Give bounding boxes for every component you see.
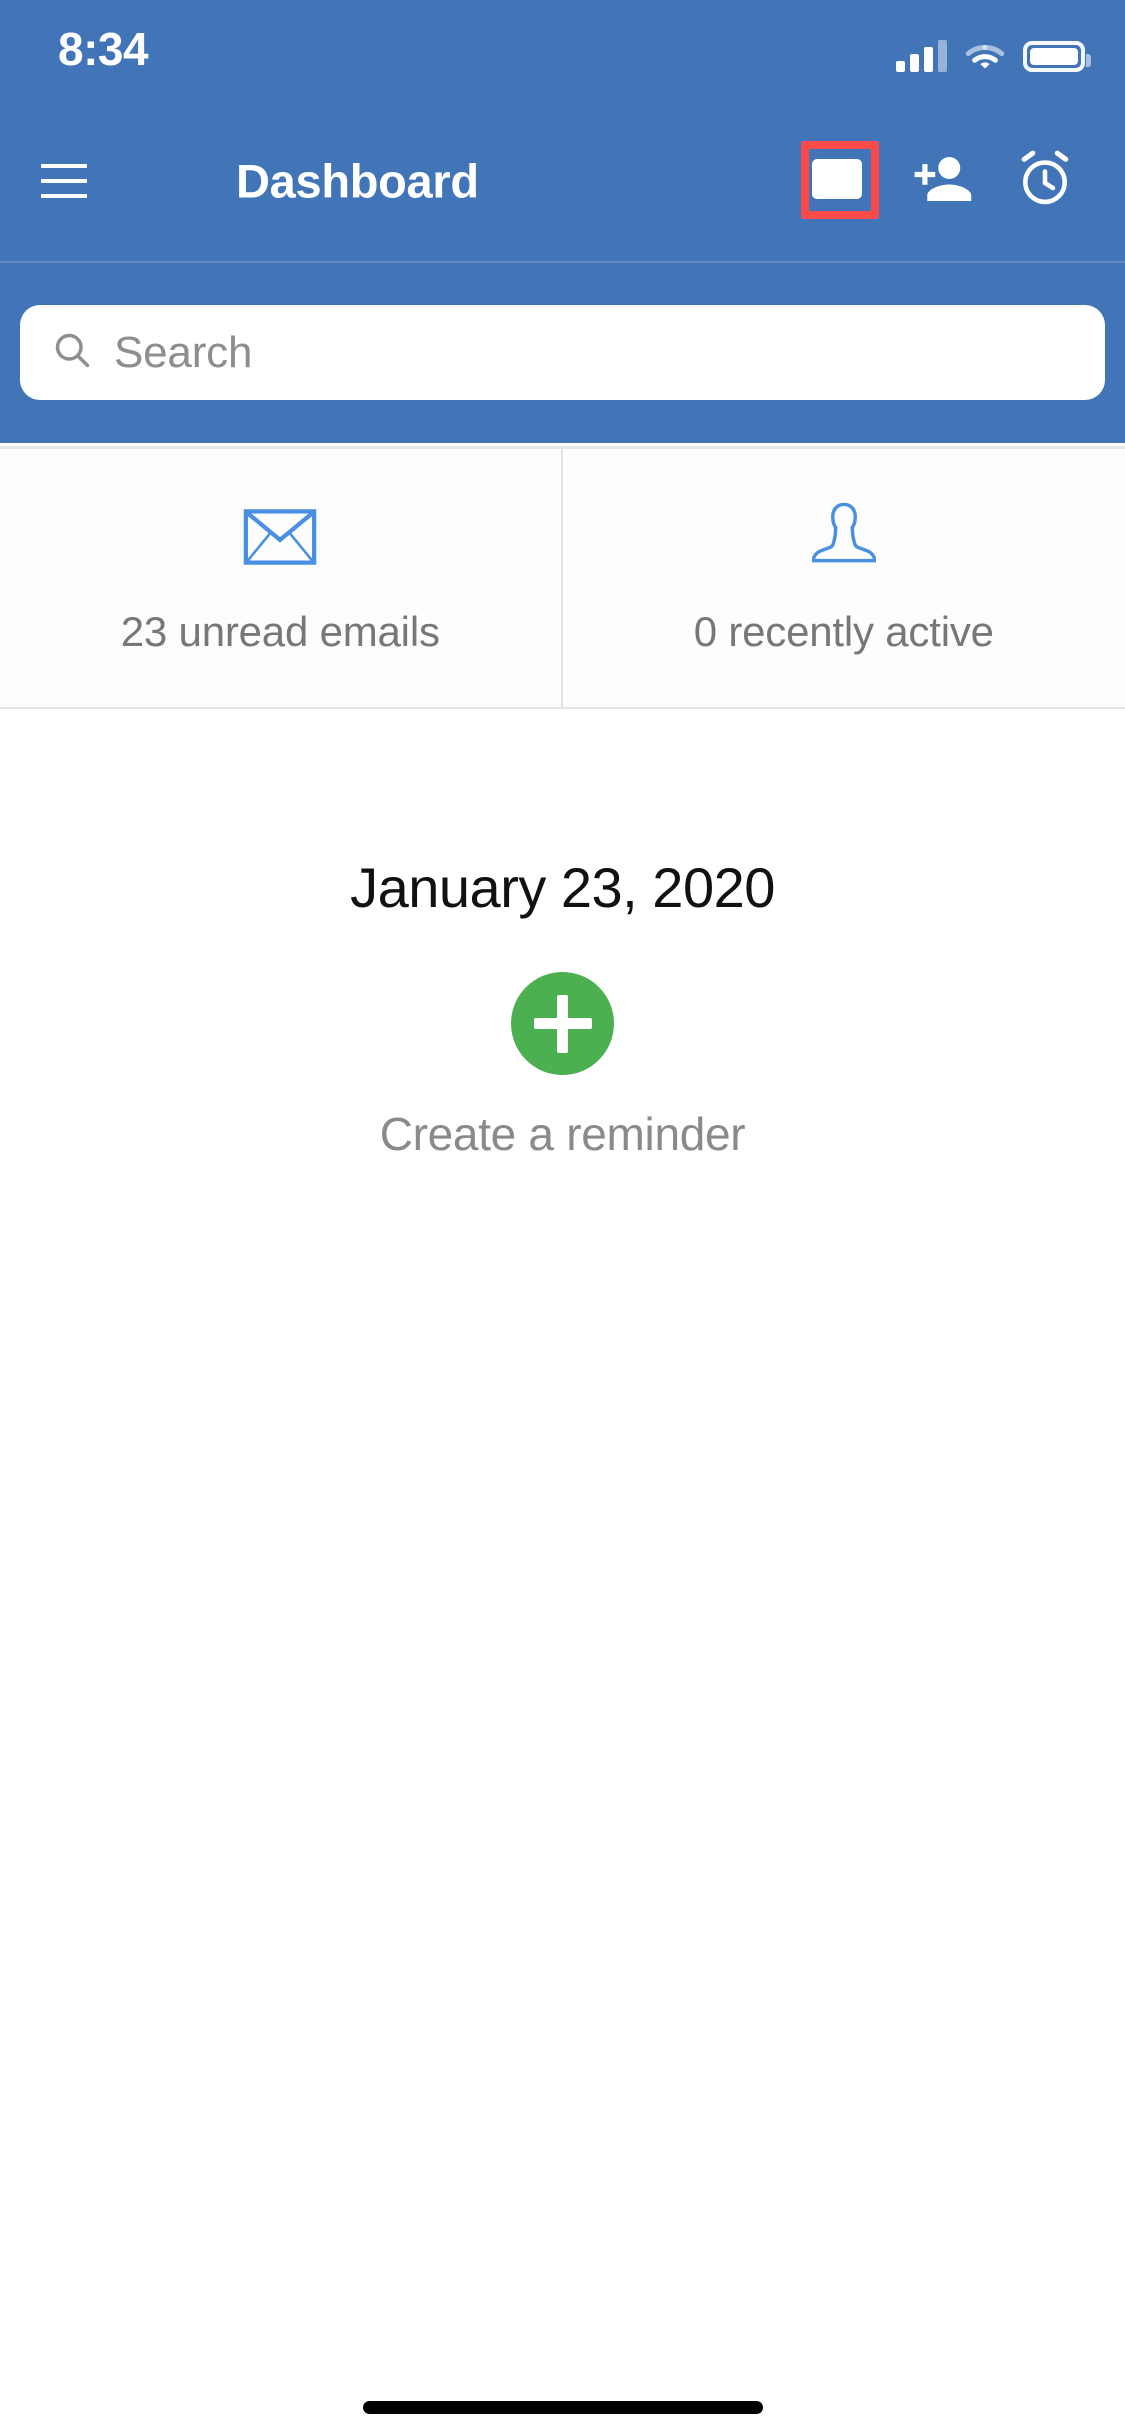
status-bar: 8:34 [0,0,1125,100]
page-title: Dashboard [236,154,479,208]
create-reminder-button[interactable]: Create a reminder [0,972,1125,1161]
home-indicator[interactable] [362,2401,763,2414]
unread-emails-label: 23 unread emails [120,608,440,655]
search-icon [50,328,94,377]
app-header-chrome: 8:34 Dashboard Search [0,0,1125,443]
wifi-icon [964,40,1006,72]
stat-cards-row: 23 unread emails 0 recently active [0,446,1125,709]
current-date: January 23, 2020 [350,856,775,919]
envelope-outline-icon [243,500,317,574]
add-contact-button[interactable] [889,129,993,233]
person-outline-icon [811,500,876,574]
hamburger-menu-icon[interactable] [28,145,100,217]
mail-envelope-icon [807,149,867,214]
recently-active-label: 0 recently active [693,608,994,655]
nav-actions [785,129,1097,233]
recently-active-card[interactable]: 0 recently active [562,449,1125,707]
phone-screen: 8:34 Dashboard Search 23 unread emails 0… [0,0,1125,2436]
unread-emails-card[interactable]: 23 unread emails [0,449,563,707]
search-bar-container: Search [0,262,1125,443]
status-indicators [896,28,1091,72]
person-add-icon [908,146,974,217]
create-reminder-label: Create a reminder [379,1108,746,1160]
cellular-signal-icon [896,40,947,72]
search-input[interactable]: Search [20,305,1105,400]
navigation-bar: Dashboard [0,100,1125,262]
alarms-button[interactable] [993,129,1097,233]
plus-circle-icon[interactable] [511,972,614,1075]
alarm-clock-icon [1013,147,1077,216]
status-time: 8:34 [58,23,149,75]
messages-button[interactable] [785,129,889,233]
search-placeholder: Search [114,327,253,377]
battery-full-icon [1023,41,1091,72]
